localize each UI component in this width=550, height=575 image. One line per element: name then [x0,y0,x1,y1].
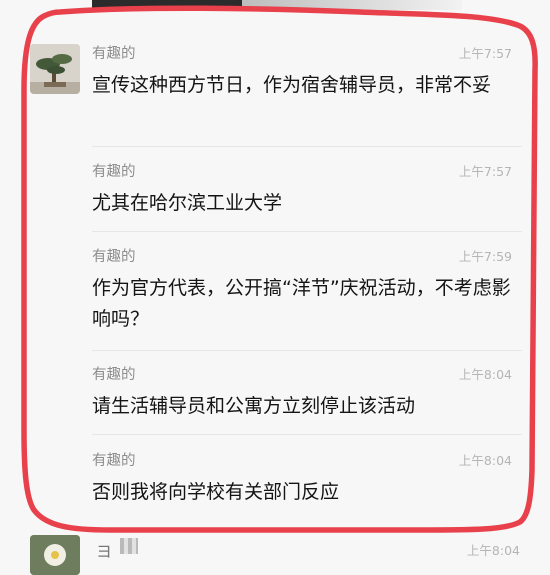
message-item[interactable]: 有趣的 上午8:04 请生活辅导员和公寓方立刻停止该活动 [92,366,520,422]
avatar[interactable] [30,44,80,94]
top-image-fragment [92,0,242,10]
message-item[interactable]: 有趣的 上午7:57 尤其在哈尔滨工业大学 [92,163,520,219]
message-text: 否则我将向学校有关部门反应 [92,481,340,503]
message-item[interactable]: 有趣的 上午7:57 宣传这种西方节日，作为宿舍辅导员，非常不妥 [92,45,520,101]
bonsai-avatar-icon [30,44,80,94]
sender-name: 有趣的 [92,453,136,469]
sender-name: 有趣的 [92,164,136,180]
divider [92,146,522,147]
message-text: 宣传这种西方节日，作为宿舍辅导员，非常不妥 [92,74,492,96]
message-text: 请生活辅导员和公寓方立刻停止该活动 [92,395,416,417]
avatar[interactable] [30,535,80,575]
message-time: 上午8:04 [458,453,512,468]
message-text: 作为官方代表，公开搞“洋节”庆祝活动，不考虑影响吗？ [92,277,511,330]
message-item[interactable]: 有趣的 上午8:04 否则我将向学校有关部门反应 [92,452,520,508]
message-time: 上午7:57 [458,164,512,179]
divider [92,231,522,232]
sender-name: 有趣的 [92,249,136,265]
divider [92,350,522,351]
message-time: 上午8:04 [466,543,520,558]
message-time: 上午8:04 [458,367,512,382]
sender-name: 有趣的 [92,46,136,62]
message-item[interactable]: 有趣的 上午7:59 作为官方代表，公开搞“洋节”庆祝活动，不考虑影响吗？ [92,248,520,335]
top-image-fragment-light [242,0,462,10]
message-time: 上午7:59 [458,249,512,264]
divider [92,434,522,435]
sender-name: ヨ [96,542,113,561]
flower-avatar-icon [30,535,80,575]
message-text: 尤其在哈尔滨工业大学 [92,192,283,214]
blurred-name-fragment [120,538,138,554]
message-time: 上午7:57 [458,46,512,61]
sender-name: 有趣的 [92,367,136,383]
